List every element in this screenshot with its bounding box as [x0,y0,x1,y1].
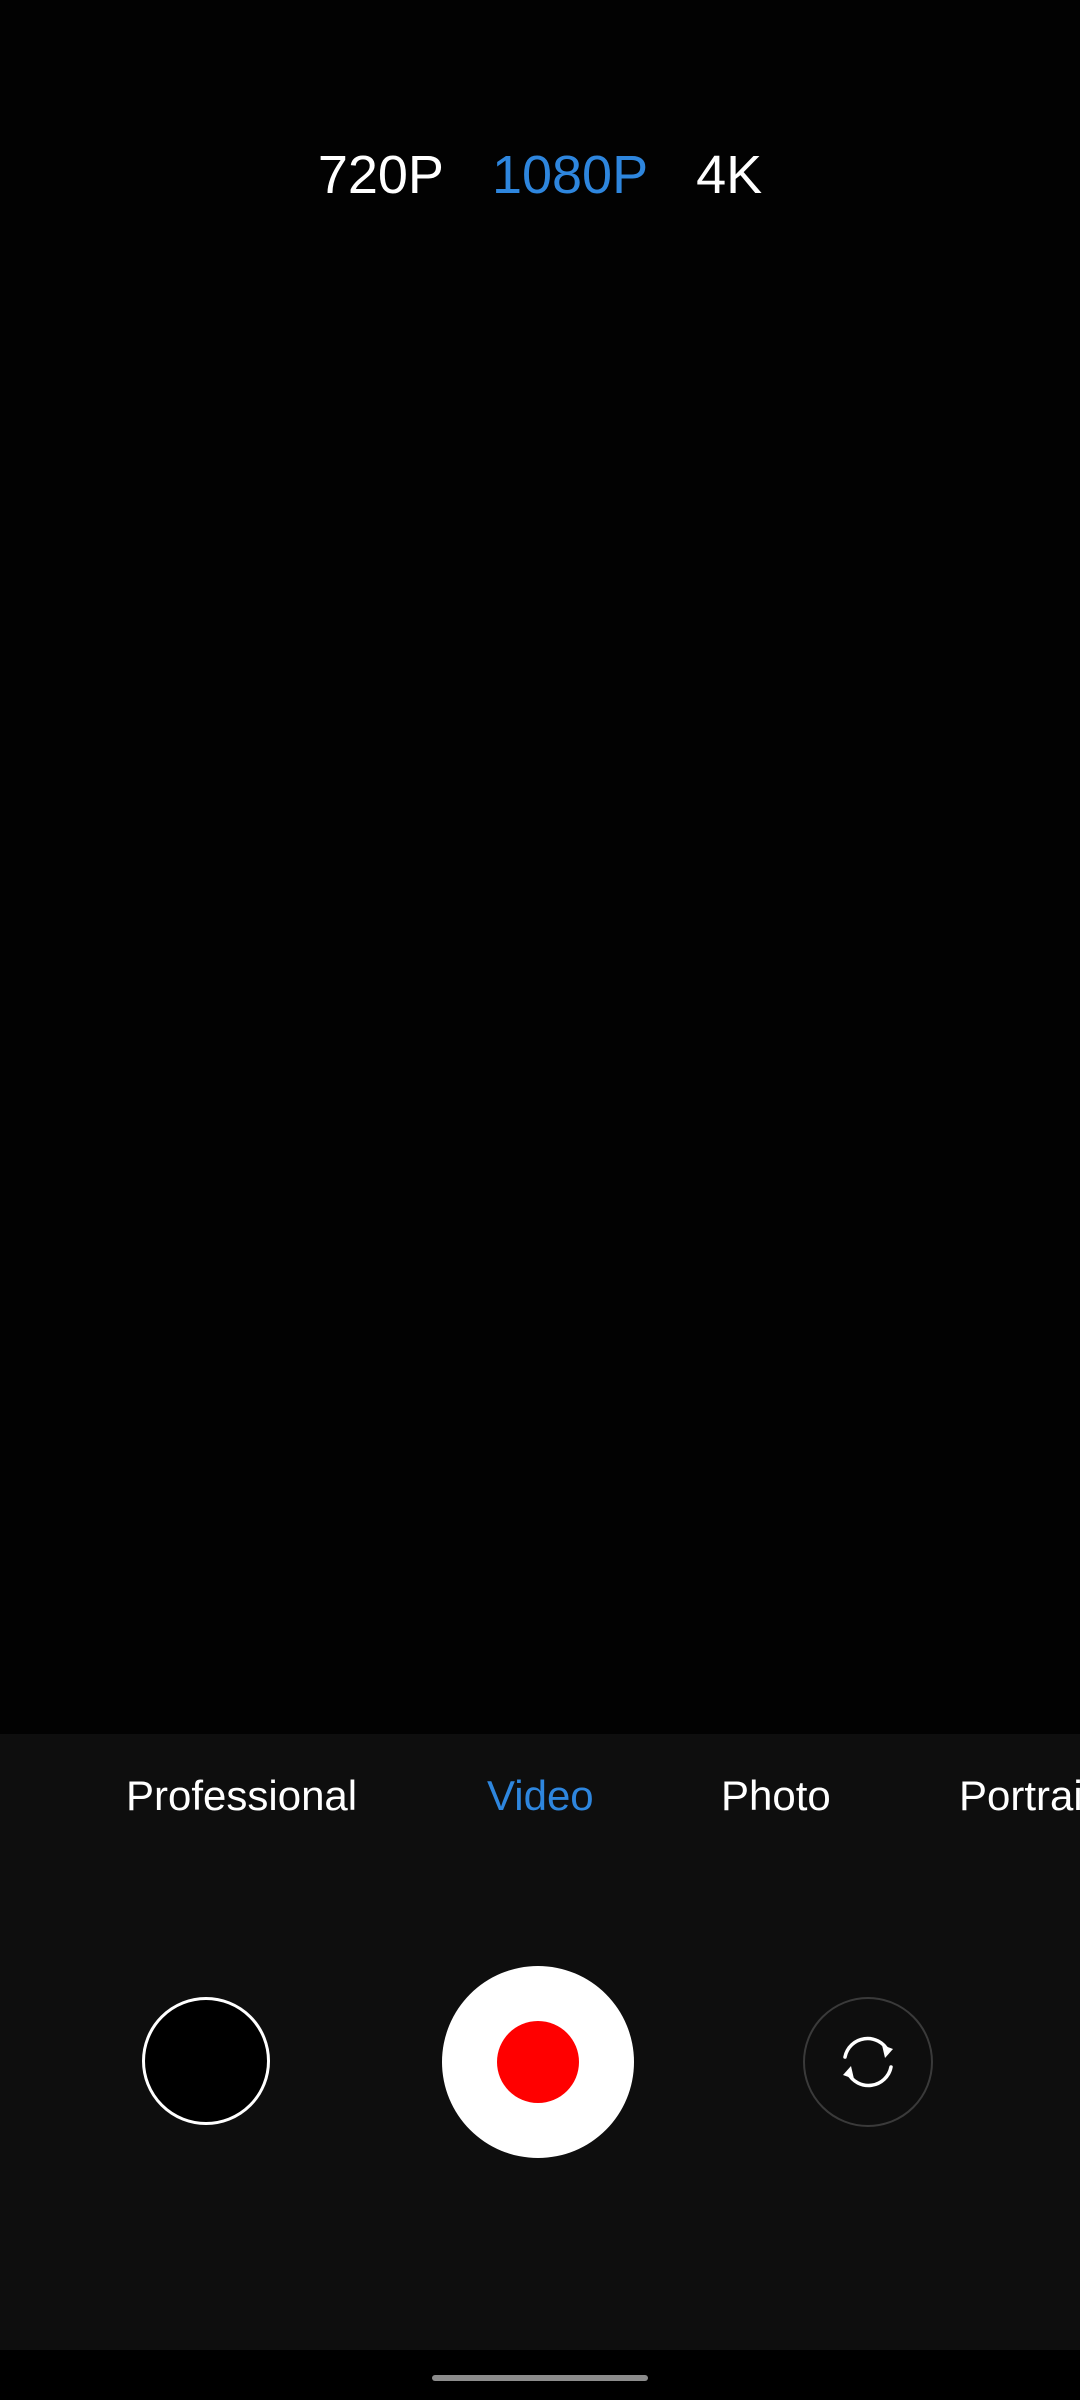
record-dot-icon [497,2021,579,2103]
resolution-4k[interactable]: 4K [696,144,762,206]
mode-selector: Professional Video Photo Portrai [0,1762,1080,1834]
mode-video[interactable]: Video [487,1772,594,1820]
resolution-1080p[interactable]: 1080P [492,144,648,206]
viewfinder[interactable] [0,0,1080,1734]
mode-professional[interactable]: Professional [126,1772,357,1820]
record-button[interactable] [442,1966,634,2158]
mode-portrait[interactable]: Portrai [959,1772,1080,1820]
resolution-720p[interactable]: 720P [318,144,444,206]
resolution-selector: 720P 1080P 4K [0,135,1080,215]
camera-screen: 720P 1080P 4K Professional Video Photo P… [0,0,1080,2400]
home-indicator[interactable] [432,2375,648,2381]
switch-camera-icon [843,2036,893,2088]
switch-camera-button[interactable] [803,1997,933,2127]
gallery-thumbnail[interactable] [142,1997,270,2125]
mode-photo[interactable]: Photo [721,1772,831,1820]
